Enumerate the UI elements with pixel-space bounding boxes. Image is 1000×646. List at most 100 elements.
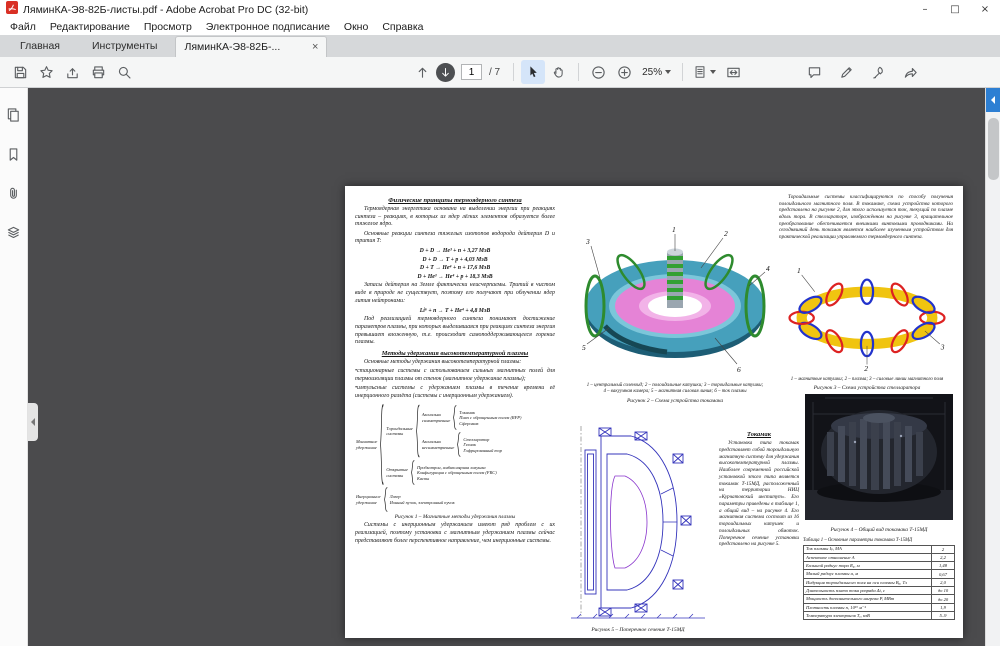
toolbar-separator	[513, 63, 514, 81]
fusion-equations: D + D → He³ + n + 3,27 МэВ D + D → T + p …	[355, 248, 555, 280]
menu-item[interactable]: Редактирование	[43, 21, 137, 33]
menu-item[interactable]: Электронное подписание	[199, 21, 337, 33]
thumbnails-panel-button[interactable]	[3, 104, 25, 126]
document-area: Физические принципы термоядерного синтез…	[28, 88, 985, 646]
section-heading-confinement: Методы удержания высокотемпературной пла…	[355, 350, 555, 357]
brace-icon	[452, 405, 457, 430]
tools-pane-collapse-button[interactable]	[986, 88, 1000, 112]
figure2-caption: Рисунок 2 – Схема устройства токамака	[573, 398, 777, 404]
toolbar-center-group: / 7 25%	[410, 57, 745, 87]
table-row: Температура электронов Tₑ, кэВ 5–9	[803, 612, 955, 620]
equation: D + D → He³ + n + 3,27 МэВ	[355, 248, 555, 254]
tree-items: Пробкотрон, амбиполярная ловушка Конфигу…	[417, 465, 497, 482]
attachments-panel-button[interactable]	[3, 182, 25, 204]
tab-close-icon[interactable]: ×	[312, 41, 318, 53]
table-param-cell: Длительность плато тока разряда Δt, с	[803, 587, 931, 594]
right-rail	[985, 88, 1000, 646]
page-display-dropdown[interactable]	[690, 60, 719, 84]
page-number-input[interactable]	[461, 64, 482, 80]
brace-icon	[383, 487, 388, 512]
toolbar-right-group	[802, 60, 922, 84]
table-row: Мощность дополнительного нагрева P, МВт …	[803, 595, 955, 603]
maximize-button[interactable]: □	[940, 0, 970, 19]
paragraph: Термоядерная энергетика основана на выде…	[355, 206, 555, 229]
chevron-down-icon	[665, 70, 671, 74]
table-title: Таблица 1 – Основные параметры токамака …	[803, 538, 955, 543]
select-tool-button[interactable]	[521, 60, 545, 84]
save-button[interactable]	[8, 60, 32, 84]
table-param-cell: Большой радиус тора R₀, м	[803, 562, 931, 569]
tokamak-section: Токамак Установка типа токамак представл…	[719, 428, 799, 550]
chevron-left-icon	[31, 418, 35, 426]
menu-item[interactable]: Файл	[3, 21, 43, 33]
zoom-out-button[interactable]	[586, 60, 610, 84]
svg-text:2: 2	[724, 229, 728, 238]
brace-icon	[379, 403, 384, 486]
equation: D + He³ → He⁴ + p + 18,3 МэВ	[355, 274, 555, 280]
toolbar: / 7 25%	[0, 57, 1000, 88]
menu-item[interactable]: Справка	[375, 21, 430, 33]
next-page-button[interactable]	[436, 63, 455, 82]
brace-icon	[415, 404, 420, 458]
pdf-file-icon	[6, 1, 18, 19]
layers-panel-button[interactable]	[3, 221, 25, 243]
pdf-page: Физические принципы термоядерного синтез…	[345, 186, 963, 638]
cross-section-drawing	[565, 424, 711, 620]
bookmarks-panel-button[interactable]	[3, 143, 25, 165]
annotate-pencil-button[interactable]	[834, 60, 858, 84]
zoom-level-label: 25%	[642, 67, 662, 78]
table-value-cell: до 20	[931, 595, 955, 602]
find-button[interactable]	[112, 60, 136, 84]
tree-label: Магнитное удержание	[356, 439, 377, 450]
tree-label: Инерционное удержание	[356, 494, 381, 505]
svg-text:2: 2	[864, 364, 868, 372]
table-row: Большой радиус тора R₀, м 1,48	[803, 562, 955, 570]
zoom-in-button[interactable]	[612, 60, 636, 84]
brace-icon	[410, 460, 415, 485]
minimize-button[interactable]: –	[910, 0, 940, 19]
menu-item[interactable]: Окно	[337, 21, 375, 33]
table-value-cell: до 10	[931, 587, 955, 594]
table-param-cell: Температура электронов Tₑ, кэВ	[803, 612, 931, 619]
menubar: ФайлРедактированиеПросмотрЭлектронное по…	[0, 19, 1000, 35]
panel-collapse-handle[interactable]	[28, 403, 38, 441]
hand-tool-button[interactable]	[547, 60, 571, 84]
print-button[interactable]	[86, 60, 110, 84]
tokamak-heading: Токамак	[719, 431, 799, 438]
svg-text:1: 1	[672, 225, 676, 234]
tab-document[interactable]: ЛяминКА-Э8-82Б-... ×	[175, 36, 327, 57]
table-param-cell: Мощность дополнительного нагрева P, МВт	[803, 595, 931, 602]
svg-text:1: 1	[797, 266, 801, 275]
share-button[interactable]	[60, 60, 84, 84]
window-title: ЛяминКА-Э8-82Б-листы.pdf - Adobe Acrobat…	[23, 4, 308, 16]
tokamak-paragraph: Установка типа токамак представляет собо…	[719, 440, 799, 548]
close-button[interactable]: ×	[970, 0, 1000, 19]
navigation-rail	[0, 88, 28, 646]
ink-signature-button[interactable]	[866, 60, 890, 84]
content-area: Физические принципы термоядерного синтез…	[0, 88, 1000, 646]
tab-document-label: ЛяминКА-Э8-82Б-...	[184, 41, 280, 53]
tree-label: Аксиально симметричные	[422, 412, 450, 423]
tree-label: Открытые системы	[386, 467, 408, 478]
tab-home[interactable]: Главная	[4, 35, 76, 57]
tree-label: Тороидальные системы	[386, 426, 413, 437]
tree-items: Стелларатор Гелиак Гофрированный тор	[463, 437, 502, 454]
tab-tools[interactable]: Инструменты	[76, 35, 173, 57]
share-file-button[interactable]	[898, 60, 922, 84]
fit-width-button[interactable]	[721, 60, 745, 84]
section-heading-physics: Физические принципы термоядерного синтез…	[355, 197, 555, 204]
equation: D + T → He⁴ + n + 17,6 МэВ	[355, 265, 555, 271]
favorites-star-button[interactable]	[34, 60, 58, 84]
window-controls: – □ ×	[910, 0, 1000, 19]
figure4-tokamak-photo: Рисунок 4 – Общий вид токамака Т-15МД	[805, 394, 953, 535]
comment-button[interactable]	[802, 60, 826, 84]
previous-page-button[interactable]	[410, 60, 434, 84]
bullet-item: •импульсные системы с удержанием плазмы …	[355, 385, 555, 400]
menu-item[interactable]: Просмотр	[137, 21, 199, 33]
scrollbar-thumb[interactable]	[988, 118, 999, 180]
equation: D + D → T + p + 4,03 МэВ	[355, 257, 555, 263]
tokamak-photo	[805, 394, 953, 520]
tabbar: Главная Инструменты ЛяминКА-Э8-82Б-... ×	[0, 35, 1000, 57]
vertical-scrollbar[interactable]	[986, 112, 1000, 646]
zoom-level-dropdown[interactable]: 25%	[638, 60, 675, 84]
